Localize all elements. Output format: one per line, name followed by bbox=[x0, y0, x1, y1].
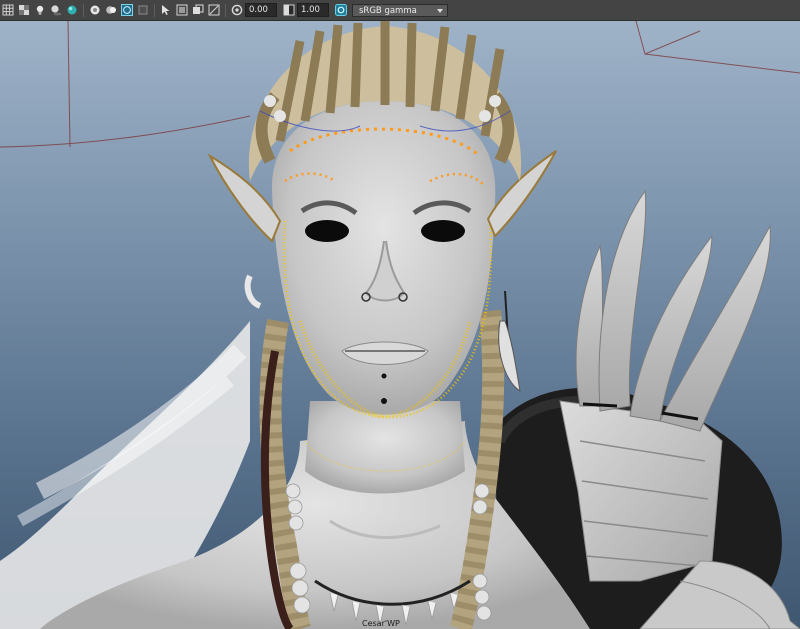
toolbar-separator bbox=[154, 3, 155, 17]
head bbox=[271, 101, 496, 419]
gamma-input[interactable]: 1.00 bbox=[297, 3, 329, 17]
smooth-icon[interactable] bbox=[176, 4, 188, 16]
light-icon[interactable] bbox=[34, 4, 46, 16]
texture-icon[interactable] bbox=[192, 4, 204, 16]
neck bbox=[304, 401, 466, 494]
colorspace-label: sRGB gamma bbox=[359, 5, 417, 16]
3d-viewport[interactable]: Cesar'WP bbox=[0, 21, 800, 629]
hud-label: Cesar'WP bbox=[362, 619, 400, 628]
exposure-input[interactable]: 0.00 bbox=[245, 3, 277, 17]
toolbar-separator bbox=[83, 3, 84, 17]
colorspace-dropdown[interactable]: sRGB gamma bbox=[352, 3, 448, 17]
ambient-occlusion-icon[interactable] bbox=[66, 4, 78, 16]
toolbar-separator bbox=[225, 3, 226, 17]
isolate-icon[interactable] bbox=[89, 4, 101, 16]
color-management-icon[interactable] bbox=[335, 4, 347, 16]
shadow-icon[interactable] bbox=[50, 4, 62, 16]
select-icon[interactable] bbox=[160, 4, 172, 16]
wireframe-icon[interactable] bbox=[121, 4, 133, 16]
backface-icon[interactable] bbox=[137, 4, 149, 16]
viewport-toolbar: 0.00 1.00 sRGB gamma bbox=[0, 0, 800, 21]
maya-viewport-window: 0.00 1.00 sRGB gamma Cesar'WP bbox=[0, 0, 800, 629]
exposure-icon[interactable] bbox=[231, 4, 243, 16]
chevron-down-icon bbox=[437, 8, 443, 13]
grid-icon[interactable] bbox=[2, 4, 14, 16]
checker-icon[interactable] bbox=[18, 4, 30, 16]
resolution-icon[interactable] bbox=[208, 4, 220, 16]
gamma-icon[interactable] bbox=[283, 4, 295, 16]
character-render: Cesar'WP bbox=[0, 21, 800, 629]
bone-spikes bbox=[575, 189, 771, 432]
xray-icon[interactable] bbox=[105, 4, 117, 16]
